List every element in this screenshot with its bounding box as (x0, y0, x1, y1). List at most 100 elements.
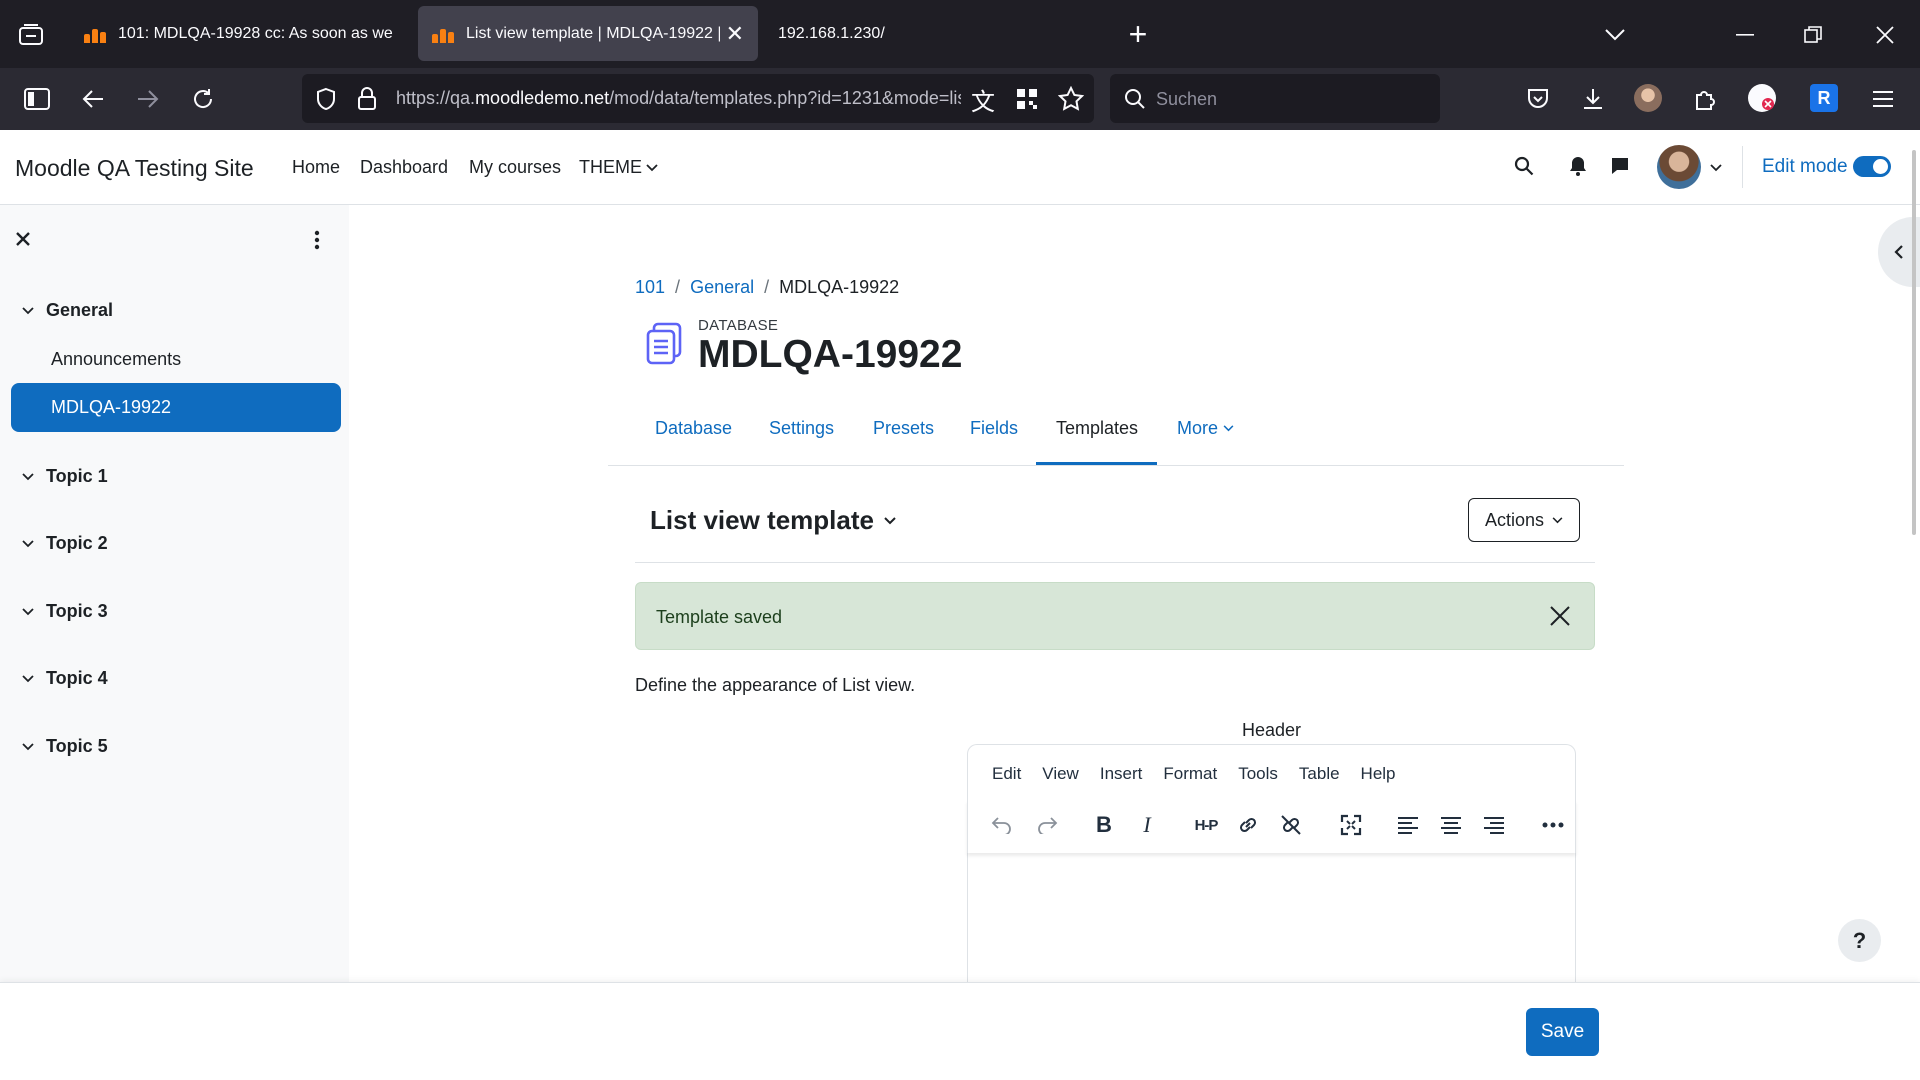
align-center-icon[interactable] (1434, 808, 1468, 842)
breadcrumb-course[interactable]: 101 (635, 277, 665, 298)
extension-blocked-icon[interactable] (1748, 84, 1776, 112)
page-scrollbar[interactable] (1912, 150, 1916, 535)
nav-home[interactable]: Home (292, 157, 340, 178)
reload-icon[interactable] (186, 82, 220, 116)
close-tab-icon[interactable]: ✕ (726, 21, 744, 47)
pocket-icon[interactable] (1521, 82, 1555, 116)
actions-button[interactable]: Actions (1468, 498, 1580, 542)
editor-menu-format[interactable]: Format (1163, 764, 1217, 784)
undo-icon[interactable] (985, 808, 1019, 842)
editor-menu-view[interactable]: View (1042, 764, 1079, 784)
tab-presets[interactable]: Presets (873, 418, 934, 439)
minimize-icon[interactable] (1728, 18, 1762, 52)
edit-mode-toggle[interactable] (1853, 156, 1891, 177)
drawer-item-mdlqa-19922[interactable]: MDLQA-19922 (11, 383, 341, 432)
help-button[interactable]: ? (1838, 919, 1881, 962)
nav-theme-label: THEME (579, 157, 642, 177)
redo-icon[interactable] (1030, 808, 1064, 842)
messages-icon[interactable] (1607, 153, 1633, 179)
drawer-section-label: Topic 2 (46, 533, 108, 553)
tab-more[interactable]: More (1177, 418, 1234, 439)
editor-menu-insert[interactable]: Insert (1100, 764, 1143, 784)
align-left-icon[interactable] (1391, 808, 1425, 842)
sidebar-toggle-icon[interactable] (20, 82, 54, 116)
translate-icon[interactable]: 文 (966, 82, 1000, 116)
new-tab-icon[interactable]: + (1120, 16, 1156, 52)
success-alert: Template saved (635, 582, 1595, 650)
user-avatar[interactable] (1657, 145, 1701, 189)
editor-menu-tools[interactable]: Tools (1238, 764, 1278, 784)
bell-icon[interactable] (1565, 153, 1591, 179)
editor-menu-table[interactable]: Table (1299, 764, 1340, 784)
tab-fields[interactable]: Fields (970, 418, 1018, 439)
tab-templates[interactable]: Templates (1056, 418, 1138, 439)
bold-icon[interactable]: B (1087, 808, 1121, 842)
qr-code-icon[interactable] (1010, 82, 1044, 116)
drawer-section-topic-1[interactable]: Topic 1 (22, 466, 108, 487)
user-menu-chevron-icon[interactable] (1706, 158, 1726, 178)
browser-tab-3[interactable]: 192.168.1.230/ (764, 6, 1064, 61)
site-name[interactable]: Moodle QA Testing Site (15, 155, 254, 182)
bookmark-star-icon[interactable] (1054, 82, 1088, 116)
extension-r-icon[interactable]: R (1810, 84, 1838, 112)
drawer-section-topic-2[interactable]: Topic 2 (22, 533, 108, 554)
tab-title: 192.168.1.230/ (778, 24, 885, 42)
drawer-section-label: Topic 1 (46, 466, 108, 486)
drawer-options-icon[interactable] (306, 228, 328, 252)
tracking-shield-icon[interactable] (310, 82, 342, 116)
tab-overflow-chevron-icon[interactable] (1598, 18, 1632, 52)
browser-tab-1[interactable]: 101: MDLQA-19928 cc: As soon as we begin (70, 6, 412, 61)
nav-theme[interactable]: THEME (579, 157, 658, 178)
drawer-item-announcements[interactable]: Announcements (51, 349, 181, 370)
unlink-icon[interactable] (1274, 808, 1308, 842)
drawer-section-topic-3[interactable]: Topic 3 (22, 601, 108, 622)
forward-icon[interactable] (131, 82, 165, 116)
editor-menubar: Edit View Insert Format Tools Table Help (992, 764, 1396, 784)
url-text[interactable]: https://qa.moodledemo.net/mod/data/templ… (396, 88, 961, 109)
fullscreen-icon[interactable] (1334, 808, 1368, 842)
browser-tab-2[interactable]: List view template | MDLQA-19922 | Cours… (418, 6, 758, 61)
close-icon[interactable] (1546, 602, 1574, 630)
restore-icon[interactable] (1796, 18, 1830, 52)
editor-content-area[interactable] (968, 854, 1575, 982)
drawer-section-topic-5[interactable]: Topic 5 (22, 736, 108, 757)
edit-mode-label[interactable]: Edit mode (1762, 156, 1848, 178)
back-icon[interactable] (76, 82, 110, 116)
breadcrumb-section[interactable]: General (690, 277, 754, 298)
align-right-icon[interactable] (1477, 808, 1511, 842)
template-description: Define the appearance of List view. (635, 675, 916, 695)
h5p-icon[interactable]: H-P (1188, 808, 1224, 842)
italic-icon[interactable]: I (1130, 808, 1164, 842)
more-icon[interactable] (1536, 808, 1570, 842)
tab-list-icon[interactable] (14, 18, 48, 52)
drawer-section-label: Topic 4 (46, 668, 108, 688)
chevron-down-icon (22, 674, 34, 682)
drawer-section-general[interactable]: General (22, 300, 113, 321)
save-button[interactable]: Save (1526, 1008, 1599, 1056)
account-avatar-icon[interactable] (1634, 84, 1662, 112)
close-drawer-icon[interactable] (12, 228, 34, 250)
chevron-down-icon (1552, 516, 1563, 523)
browser-search-placeholder: Suchen (1156, 89, 1218, 109)
extensions-icon[interactable] (1688, 82, 1722, 116)
hamburger-menu-icon[interactable] (1866, 82, 1900, 116)
editor-menu-edit[interactable]: Edit (992, 764, 1021, 784)
template-heading: List view template (650, 505, 874, 535)
template-selector[interactable]: List view template (650, 505, 896, 536)
nav-my-courses[interactable]: My courses (469, 157, 561, 178)
tab-settings[interactable]: Settings (769, 418, 834, 439)
drawer-section-topic-4[interactable]: Topic 4 (22, 668, 108, 689)
downloads-icon[interactable] (1576, 82, 1610, 116)
moodle-favicon (432, 25, 458, 43)
drawer-section-label: Topic 3 (46, 601, 108, 621)
tab-database[interactable]: Database (655, 418, 732, 439)
editor-menu-help[interactable]: Help (1361, 764, 1396, 784)
link-icon[interactable] (1231, 808, 1265, 842)
drawer-section-label: Topic 5 (46, 736, 108, 756)
close-window-icon[interactable] (1868, 18, 1902, 52)
search-icon[interactable] (1510, 152, 1538, 180)
nav-dashboard[interactable]: Dashboard (360, 157, 448, 178)
chevron-down-icon (22, 306, 34, 314)
lock-icon[interactable] (352, 82, 382, 116)
chevron-down-icon (1223, 425, 1234, 432)
